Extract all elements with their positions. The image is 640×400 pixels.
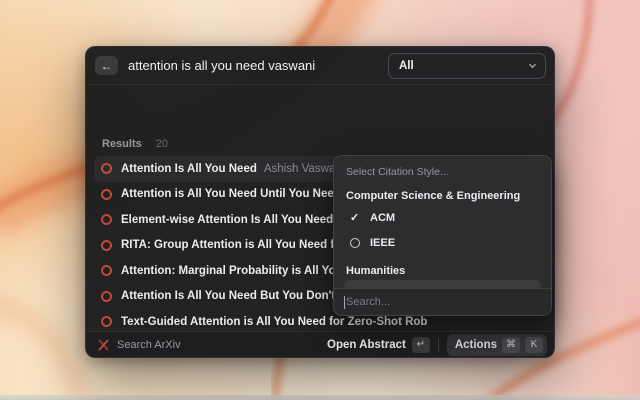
popup-section-title: Humanities bbox=[346, 265, 539, 277]
filter-dropdown-value: All bbox=[399, 60, 414, 72]
citation-option-label: ACM bbox=[370, 212, 395, 224]
citation-style-popup: Select Citation Style... Computer Scienc… bbox=[333, 155, 552, 316]
arxiv-paper-icon bbox=[101, 265, 112, 276]
radio-circle-icon bbox=[350, 238, 360, 248]
citation-option-chicago[interactable]: Chicago bbox=[344, 280, 541, 288]
results-count: 20 bbox=[156, 138, 168, 150]
result-title: Attention is All You Need Until You Need… bbox=[121, 188, 343, 200]
arxiv-paper-icon bbox=[101, 214, 112, 225]
k-key-icon: K bbox=[525, 337, 543, 353]
action-bar: Search ArXiv Open Abstract ↵ Actions ⌘ K bbox=[86, 331, 554, 357]
chevron-down-icon bbox=[528, 61, 537, 70]
filter-dropdown[interactable]: All bbox=[388, 53, 546, 79]
arxiv-paper-icon bbox=[101, 189, 112, 200]
arxiv-paper-icon bbox=[101, 291, 112, 302]
result-title: Text-Guided Attention is All You Need fo… bbox=[121, 316, 427, 328]
arxiv-logo-icon bbox=[98, 339, 109, 351]
back-button[interactable]: ← bbox=[95, 56, 118, 75]
back-arrow-icon: ← bbox=[101, 57, 113, 75]
check-icon: ✓ bbox=[350, 211, 359, 224]
popup-section-title: Computer Science & Engineering bbox=[346, 190, 539, 202]
actions-button[interactable]: Actions ⌘ K bbox=[447, 334, 547, 356]
arxiv-paper-icon bbox=[101, 240, 112, 251]
results-label: Results bbox=[102, 138, 142, 150]
result-title: Attention Is All You Need bbox=[121, 163, 257, 175]
search-placeholder: Search... bbox=[346, 296, 390, 308]
result-title: Element-wise Attention Is All You Need bbox=[121, 214, 333, 226]
citation-option-label: IEEE bbox=[370, 237, 395, 249]
text-cursor bbox=[344, 296, 345, 309]
citation-style-options: Select Citation Style... Computer Scienc… bbox=[334, 156, 551, 288]
popup-title: Select Citation Style... bbox=[346, 166, 539, 178]
arxiv-paper-icon bbox=[101, 163, 112, 174]
search-input[interactable]: attention is all you need vaswani bbox=[128, 58, 388, 73]
raycast-window: ← attention is all you need vaswani All … bbox=[85, 46, 555, 358]
open-abstract-button[interactable]: Open Abstract ↵ bbox=[327, 337, 430, 353]
search-header: ← attention is all you need vaswani All bbox=[86, 47, 554, 85]
results-section-header: Results 20 bbox=[86, 135, 554, 153]
citation-search-input[interactable]: Search... bbox=[334, 288, 551, 315]
arxiv-paper-icon bbox=[101, 316, 112, 327]
citation-option-acm[interactable]: ✓ ACM bbox=[344, 205, 541, 230]
footer-divider bbox=[438, 338, 439, 352]
return-key-icon: ↵ bbox=[412, 337, 430, 353]
wallpaper-bottom-strip bbox=[0, 395, 640, 400]
extension-name: Search ArXiv bbox=[117, 339, 181, 351]
command-key-icon: ⌘ bbox=[502, 337, 520, 353]
citation-option-ieee[interactable]: IEEE bbox=[344, 230, 541, 255]
